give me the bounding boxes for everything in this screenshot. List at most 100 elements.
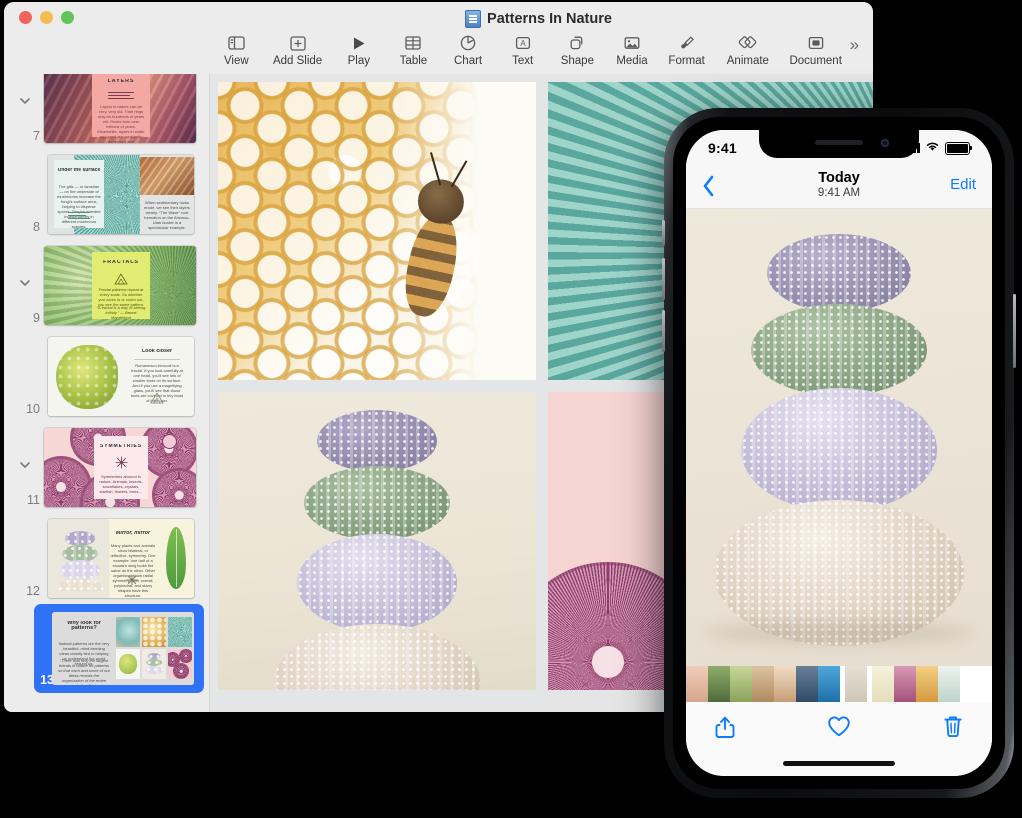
filmstrip-thumbnail[interactable] <box>796 666 818 702</box>
mute-switch[interactable] <box>662 220 665 246</box>
filmstrip-thumbnail[interactable] <box>686 666 708 702</box>
toolbar-label-media: Media <box>616 55 647 67</box>
battery-icon <box>945 142 970 155</box>
slide-row[interactable]: 10 Look closer Romanesco broccoli is a f… <box>4 331 209 422</box>
toolbar-button-table[interactable]: Table <box>386 32 441 67</box>
slide-row[interactable]: 11 SYMMETRIES <box>4 422 209 513</box>
slide-navigator[interactable]: 7 LAYERS Layers in nature can be very, v <box>4 74 210 712</box>
earpiece-speaker-icon <box>815 140 863 145</box>
volume-up-button[interactable] <box>662 258 665 300</box>
filmstrip-thumbnail[interactable] <box>916 666 938 702</box>
slide-number: 8 <box>4 220 40 234</box>
toolbar-label-table: Table <box>400 55 428 67</box>
toolbar-button-format[interactable]: Format <box>659 32 714 67</box>
trash-icon[interactable] <box>942 714 964 744</box>
animate-diamonds-icon <box>738 32 758 54</box>
svg-text:A: A <box>520 39 526 48</box>
filmstrip-thumbnail[interactable] <box>730 666 752 702</box>
filmstrip-thumbnail[interactable] <box>818 666 840 702</box>
shape-icon <box>569 32 585 54</box>
table-grid-icon <box>405 32 421 54</box>
slide-thumbnail[interactable]: SYMMETRIES Symmetries abound in nature. … <box>44 428 196 507</box>
slide-number: 7 <box>4 129 40 143</box>
play-icon <box>352 32 366 54</box>
slide8-title: Under the surface <box>57 168 101 173</box>
front-camera-icon <box>881 139 889 147</box>
slide-thumbnail[interactable]: Why look for patterns? Natural patterns … <box>52 612 194 685</box>
toolbar-label-text: Text <box>512 55 533 67</box>
toolbar-button-document[interactable]: Document <box>782 32 850 67</box>
toolbar-overflow-button[interactable]: » <box>850 32 859 56</box>
minimize-button[interactable] <box>40 11 53 24</box>
slide-row[interactable]: 12 Mirror, mirror Many plan <box>4 513 209 604</box>
main-toolbar: View Add Slide Play <box>209 30 873 76</box>
toolbar-label-format: Format <box>668 55 704 67</box>
volume-down-button[interactable] <box>662 310 665 352</box>
slide-number: 10 <box>4 402 40 416</box>
filmstrip-thumbnail[interactable] <box>894 666 916 702</box>
format-brush-icon <box>679 32 695 54</box>
screenshot-stage: Patterns In Nature View Add Slide <box>0 0 1022 818</box>
honeycomb-with-bee-photo[interactable] <box>218 82 536 380</box>
toolbar-button-play[interactable]: Play <box>331 32 386 67</box>
toolbar-button-text[interactable]: A Text <box>495 32 550 67</box>
grid-photo-2 <box>142 617 166 647</box>
slide-row[interactable]: 7 LAYERS Layers in nature can be very, v <box>4 74 209 149</box>
toolbar-label-shape: Shape <box>561 55 594 67</box>
toolbar-button-shape[interactable]: Shape <box>550 32 605 67</box>
filmstrip-thumbnail[interactable] <box>872 666 894 702</box>
keynote-document-icon <box>465 10 481 28</box>
ios-navigation-bar: Today 9:41 AM Edit <box>686 166 992 209</box>
slide13-title: Why look for patterns? <box>58 621 110 631</box>
chevron-down-icon[interactable] <box>18 276 32 290</box>
iphone-screen[interactable]: 9:41 T <box>686 130 992 776</box>
toolbar-button-animate[interactable]: Animate <box>714 32 782 67</box>
toolbar-button-chart[interactable]: Chart <box>441 32 496 67</box>
wifi-icon <box>925 139 940 157</box>
sidebar-icon <box>228 32 245 54</box>
photo-viewer[interactable] <box>686 208 992 668</box>
chevron-down-icon[interactable] <box>18 458 32 472</box>
home-indicator[interactable] <box>783 761 895 766</box>
slide-thumbnail[interactable]: Look closer Romanesco broccoli is a frac… <box>48 337 194 416</box>
slide12-body: Many plants and animals show bilateral, … <box>110 543 156 598</box>
window-titlebar: Patterns In Nature View Add Slide <box>4 2 873 75</box>
nav-title: Today <box>686 170 992 186</box>
filmstrip-thumbnail[interactable] <box>845 666 867 702</box>
slide8-body: The gills — or lamellae — on the undersi… <box>57 184 101 229</box>
slide-thumbnail[interactable]: When sedimentary rocks erode, we see the… <box>48 155 194 234</box>
slide-thumbnail[interactable]: FRACTALS Fractal patterns repeat at ever… <box>44 246 196 325</box>
filmstrip-thumbnail[interactable] <box>752 666 774 702</box>
toolbar-button-add-slide[interactable]: Add Slide <box>264 32 332 67</box>
slide-row[interactable]: 8 When sedimentary rocks erode, we see t… <box>4 149 209 240</box>
photo-filmstrip[interactable] <box>686 666 992 702</box>
toolbar-button-view[interactable]: View <box>209 32 264 67</box>
zoom-button[interactable] <box>61 11 74 24</box>
slide-row[interactable]: 9 FRACTALS Fractal patterns repeat at ev <box>4 240 209 331</box>
close-button[interactable] <box>19 11 32 24</box>
filmstrip-thumbnail[interactable] <box>938 666 960 702</box>
slide-row-selected[interactable]: 13 Why look for patterns? Natural patter… <box>4 604 209 695</box>
slide-number: 9 <box>4 311 40 325</box>
iphone-bezel: 9:41 T <box>673 117 1005 789</box>
edit-button[interactable]: Edit <box>950 176 976 193</box>
status-time: 9:41 <box>708 140 737 156</box>
grid-photo-4 <box>116 649 140 679</box>
slide13-quote: “There was only the largest friends in n… <box>58 658 110 685</box>
toolbar-button-media[interactable]: Media <box>605 32 660 67</box>
slide10-title: Look closer <box>129 349 185 354</box>
heart-icon[interactable] <box>826 714 852 743</box>
grid-photo-1 <box>116 617 140 647</box>
slide9-quote: “A fractal is a way of seeing infinity.”… <box>96 305 146 320</box>
filmstrip-thumbnail[interactable] <box>774 666 796 702</box>
filmstrip-thumbnail[interactable] <box>708 666 730 702</box>
chevron-down-icon[interactable] <box>18 94 32 108</box>
slide-navigator-scroll[interactable]: 7 LAYERS Layers in nature can be very, v <box>4 74 209 712</box>
slide-thumbnail[interactable]: LAYERS Layers in nature can be very, ver… <box>44 74 196 143</box>
nav-title-group: Today 9:41 AM <box>686 170 992 200</box>
slide-thumbnail[interactable]: Mirror, mirror Many plants and animals s… <box>48 519 194 598</box>
stacked-sea-urchins-photo[interactable] <box>218 392 536 690</box>
side-button[interactable] <box>1013 294 1016 368</box>
toolbar-label-animate: Animate <box>727 55 769 67</box>
share-icon[interactable] <box>714 714 736 745</box>
